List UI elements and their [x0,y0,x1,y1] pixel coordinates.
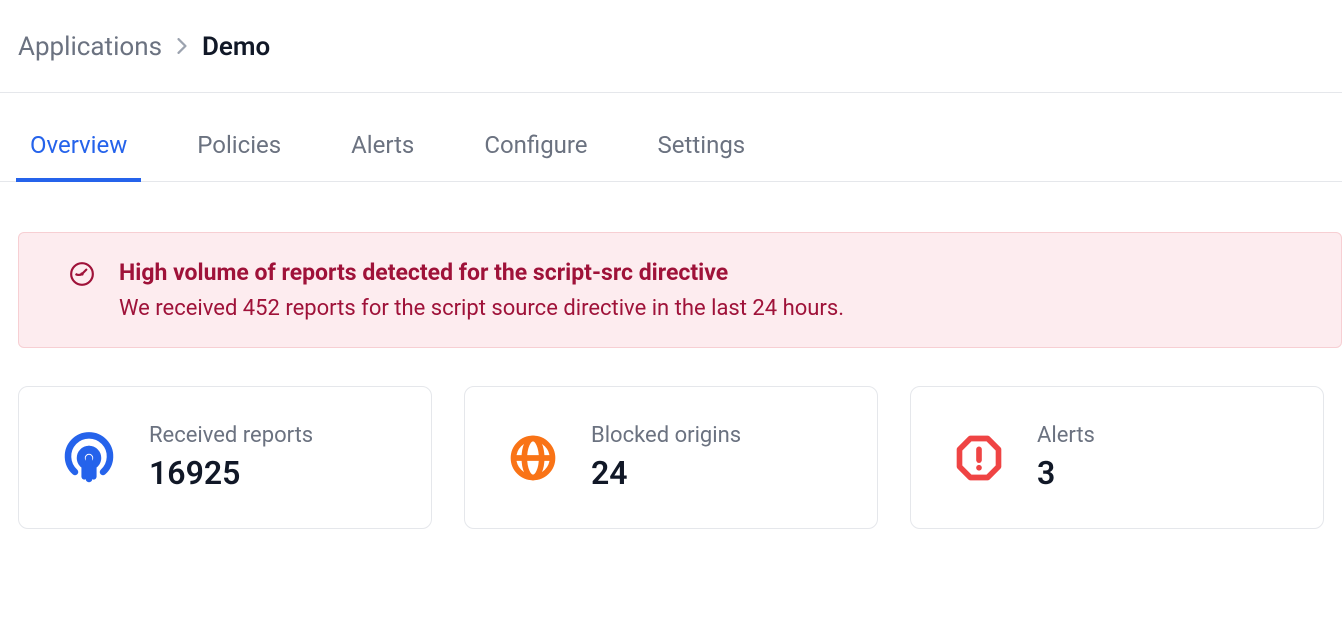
stats-row: Received reports 16925 Blocked origins 2… [0,348,1342,529]
tab-configure[interactable]: Configure [472,121,599,181]
breadcrumb-current: Demo [202,32,270,62]
stat-card-received-reports: Received reports 16925 [18,386,432,529]
stat-label: Blocked origins [591,423,741,448]
chevron-right-icon [176,35,188,59]
globe-icon [507,432,559,484]
gauge-icon [69,261,95,287]
stat-label: Received reports [149,423,313,448]
tab-overview[interactable]: Overview [18,121,139,181]
tab-policies[interactable]: Policies [185,121,293,181]
broadcast-icon [61,430,117,486]
tab-settings[interactable]: Settings [646,121,758,181]
stat-card-blocked-origins: Blocked origins 24 [464,386,878,529]
stat-value: 16925 [149,454,313,492]
alert-description: We received 452 reports for the script s… [119,296,844,321]
divider [0,92,1342,93]
breadcrumb: Applications Demo [0,0,1342,92]
tab-alerts[interactable]: Alerts [339,121,426,181]
alert-title: High volume of reports detected for the … [119,259,844,286]
stat-value: 24 [591,454,741,492]
stat-label: Alerts [1037,423,1095,448]
alert-octagon-icon [953,432,1005,484]
stat-card-alerts: Alerts 3 [910,386,1324,529]
alert-content: High volume of reports detected for the … [119,259,844,321]
breadcrumb-parent-link[interactable]: Applications [18,32,162,62]
alert-banner: High volume of reports detected for the … [18,232,1342,348]
stat-value: 3 [1037,454,1095,492]
tabs: Overview Policies Alerts Configure Setti… [0,121,1342,182]
